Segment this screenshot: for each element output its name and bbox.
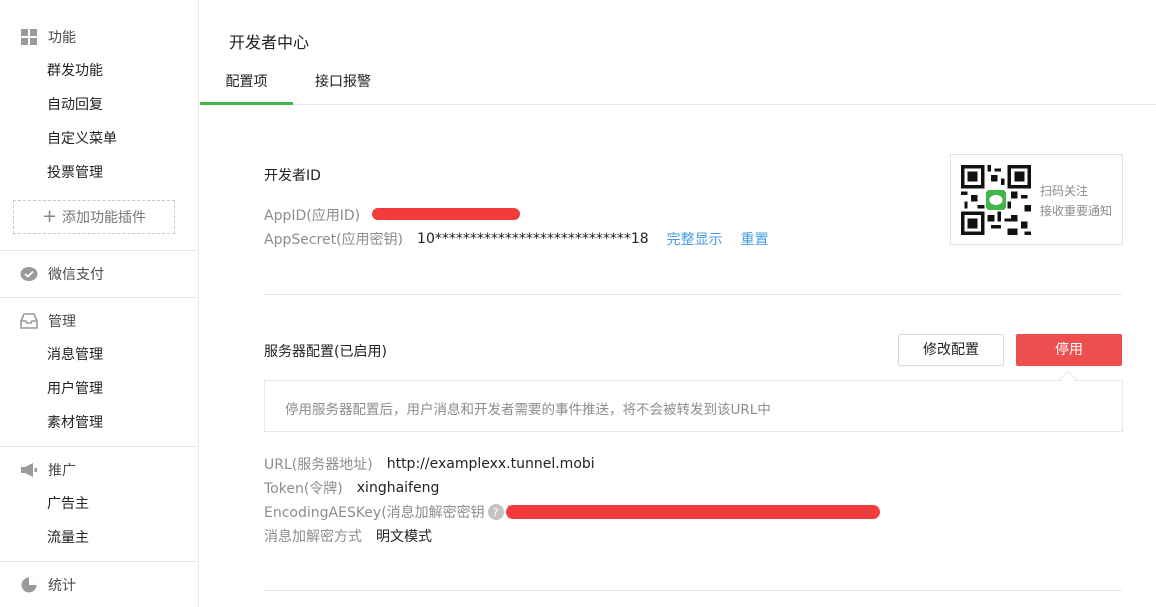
add-plugin-button[interactable]: + 添加功能插件	[13, 200, 175, 234]
plus-icon: +	[41, 206, 58, 227]
wechat-pay-icon	[20, 265, 38, 283]
sidebar-group-promotion[interactable]: 推广	[20, 460, 76, 480]
qr-line-1: 扫码关注	[1040, 184, 1089, 198]
modify-config-button[interactable]: 修改配置	[898, 334, 1004, 366]
reset-link[interactable]: 重置	[741, 229, 769, 249]
sidebar-item-vote-management[interactable]: 投票管理	[47, 163, 103, 183]
sidebar: 功能 群发功能 自动回复 自定义菜单 投票管理 + 添加功能插件 微信支付 管理…	[0, 0, 199, 607]
aeskey-label: EncodingAESKey(消息加解密密钥	[264, 505, 485, 521]
encrypt-mode-row: 消息加解密方式 明文模式	[264, 526, 432, 546]
main-content: 开发者中心 配置项 接口报警 开发者ID AppID(应用ID) AppSecr…	[200, 0, 1156, 607]
tip-text: 停用服务器配置后，用户消息和开发者需要的事件推送，将不会被转发到该URL中	[285, 402, 771, 418]
developer-id-title: 开发者ID	[264, 168, 321, 184]
token-value: xinghaifeng	[356, 480, 440, 496]
tip-box: 停用服务器配置后，用户消息和开发者需要的事件推送，将不会被转发到该URL中	[264, 380, 1123, 432]
tab-config[interactable]: 配置项	[200, 60, 293, 105]
sidebar-group-label: 统计	[48, 578, 76, 594]
sidebar-group-management[interactable]: 管理	[20, 311, 76, 331]
show-full-link[interactable]: 完整显示	[667, 229, 723, 249]
page-title: 开发者中心	[229, 33, 310, 52]
appsecret-label: AppSecret(应用密钥)	[264, 232, 404, 248]
url-value: http://examplexx.tunnel.mobi	[386, 456, 595, 472]
url-label: URL(服务器地址)	[264, 457, 373, 473]
sidebar-item-advertiser[interactable]: 广告主	[47, 494, 89, 514]
sidebar-group-label: 功能	[48, 30, 76, 46]
sidebar-item-material-management[interactable]: 素材管理	[47, 413, 103, 433]
token-row: Token(令牌) xinghaifeng	[264, 478, 439, 498]
redaction-mark	[506, 505, 880, 519]
qr-notice-text: 扫码关注 接收重要通知	[1040, 181, 1112, 221]
sidebar-group-statistics[interactable]: 统计	[20, 575, 76, 595]
sidebar-item-user-management[interactable]: 用户管理	[47, 379, 103, 399]
section-divider	[264, 294, 1122, 295]
grid-icon	[20, 28, 38, 46]
disable-button[interactable]: 停用	[1016, 334, 1122, 366]
sidebar-divider	[0, 561, 199, 562]
sidebar-group-functions[interactable]: 功能	[20, 27, 76, 47]
tab-api-alert[interactable]: 接口报警	[300, 60, 386, 105]
appsecret-value: 10****************************18	[417, 231, 649, 247]
sidebar-divider	[0, 250, 199, 251]
encrypt-mode-value: 明文模式	[376, 529, 432, 545]
sidebar-divider	[0, 297, 199, 298]
qr-notice-box: 扫码关注 接收重要通知	[950, 154, 1123, 245]
help-icon[interactable]: ?	[487, 504, 504, 520]
sidebar-group-label: 推广	[48, 463, 76, 479]
sidebar-item-publisher[interactable]: 流量主	[47, 528, 89, 548]
sidebar-item-custom-menu[interactable]: 自定义菜单	[47, 129, 117, 149]
inbox-icon	[20, 312, 38, 330]
token-label: Token(令牌)	[264, 481, 343, 497]
sidebar-item-auto-reply[interactable]: 自动回复	[47, 95, 103, 115]
sidebar-divider	[0, 446, 199, 447]
sidebar-group-label: 微信支付	[48, 267, 104, 283]
encrypt-mode-label: 消息加解密方式	[264, 529, 362, 545]
appid-row: AppID(应用ID)	[264, 205, 360, 225]
appid-label: AppID(应用ID)	[264, 208, 361, 224]
redaction-mark	[372, 208, 520, 220]
sidebar-item-mass-send[interactable]: 群发功能	[47, 61, 103, 81]
sidebar-item-message-management[interactable]: 消息管理	[47, 345, 103, 365]
tab-bar: 配置项 接口报警	[200, 60, 1156, 105]
sidebar-group-label: 管理	[48, 314, 76, 330]
server-config-title: 服务器配置(已启用)	[264, 344, 387, 360]
aeskey-row: EncodingAESKey(消息加解密密钥 ? )	[264, 502, 512, 522]
add-plugin-label: 添加功能插件	[62, 210, 147, 226]
pie-chart-icon	[20, 576, 38, 594]
megaphone-icon	[20, 461, 38, 479]
appsecret-row: AppSecret(应用密钥) 10**********************…	[264, 229, 769, 249]
qr-line-2: 接收重要通知	[1040, 204, 1113, 218]
url-row: URL(服务器地址) http://examplexx.tunnel.mobi	[264, 454, 595, 474]
section-divider	[264, 590, 1122, 591]
sidebar-group-wechat-pay[interactable]: 微信支付	[20, 264, 104, 284]
qr-code-icon	[961, 165, 1031, 235]
